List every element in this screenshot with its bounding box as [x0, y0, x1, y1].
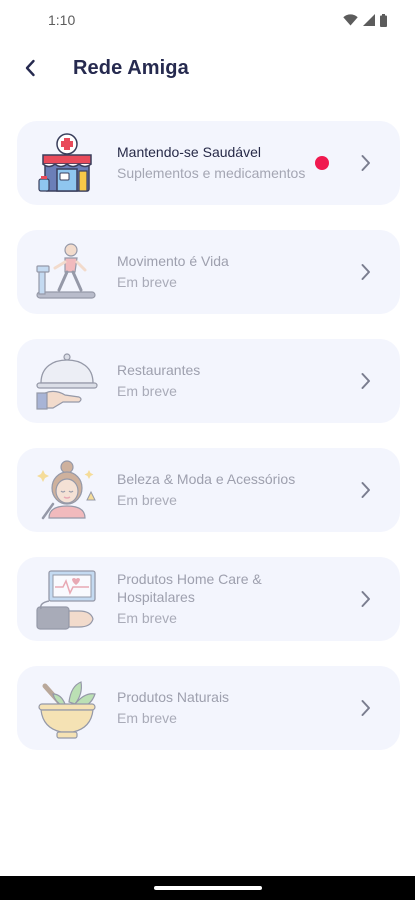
item-title: Restaurantes [117, 362, 201, 378]
item-subtitle: Em breve [117, 274, 177, 290]
chevron-right-icon [355, 369, 377, 393]
battery-icon [380, 13, 387, 27]
signal-icon [363, 14, 375, 26]
item-title: Beleza & Moda e Acessórios [117, 471, 296, 487]
item-title: Movimento é Vida [117, 253, 229, 269]
chevron-left-icon [25, 59, 35, 77]
item-subtitle: Em breve [117, 492, 177, 508]
chevron-right-icon [355, 151, 377, 175]
list-item-mantendo-se-saudavel[interactable]: Mantendo-se Saudável Suplementos e medic… [17, 121, 400, 205]
back-button[interactable] [14, 52, 46, 84]
status-time: 1:10 [48, 12, 76, 28]
item-subtitle: Em breve [117, 383, 177, 399]
list-item-movimento-e-vida[interactable]: Movimento é Vida Em breve [17, 230, 400, 314]
notification-dot [315, 156, 329, 170]
chevron-right-icon [355, 478, 377, 502]
beauty-makeup-icon [37, 460, 96, 520]
food-cloche-icon [36, 353, 98, 410]
mortar-herbs-icon [38, 681, 96, 739]
list-item-produtos-naturais[interactable]: Produtos Naturais Em breve [17, 666, 400, 750]
item-title: Produtos Naturais [117, 689, 230, 705]
pharmacy-store-icon [38, 133, 92, 192]
item-subtitle: Em breve [117, 610, 177, 626]
list-item-beleza-moda-acessorios[interactable]: Beleza & Moda e Acessórios Em breve [17, 448, 400, 532]
medical-monitor-icon [36, 570, 96, 630]
item-subtitle: Em breve [117, 710, 177, 726]
system-navigation-bar [0, 876, 415, 900]
item-title: Produtos Home Care & Hospitalares [117, 571, 262, 605]
wifi-icon [343, 14, 358, 26]
chevron-right-icon [355, 260, 377, 284]
list-item-restaurantes[interactable]: Restaurantes Em breve [17, 339, 400, 423]
page-title: Rede Amiga [73, 57, 189, 79]
home-indicator[interactable] [154, 886, 262, 890]
item-subtitle: Suplementos e medicamentos [117, 165, 306, 181]
chevron-right-icon [355, 696, 377, 720]
list-item-produtos-home-care[interactable]: Produtos Home Care & Hospitalares Em bre… [17, 557, 400, 641]
app-header: Rede Amiga [0, 48, 415, 90]
treadmill-runner-icon [36, 243, 96, 299]
item-title: Mantendo-se Saudável [117, 144, 261, 160]
status-icons [343, 13, 387, 27]
chevron-right-icon [355, 587, 377, 611]
status-bar: 1:10 [0, 0, 415, 40]
